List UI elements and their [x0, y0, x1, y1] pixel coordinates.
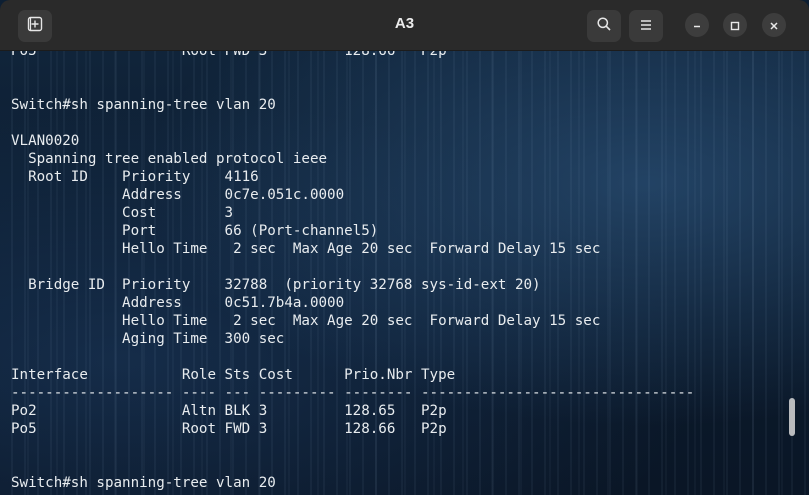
maximize-icon — [730, 16, 740, 35]
close-button[interactable] — [762, 13, 786, 37]
terminal-line: Address 0c7e.051c.0000 — [11, 187, 345, 203]
terminal-line: Bridge ID Priority 32788 (priority 32768… — [11, 277, 541, 293]
menu-button[interactable] — [629, 10, 663, 42]
terminal-line: Switch#sh spanning-tree vlan 20 — [11, 97, 276, 113]
terminal-line: Cost 3 — [11, 205, 234, 221]
terminal-line: Switch#sh spanning-tree vlan 20 — [11, 475, 276, 491]
terminal-line: Port 66 (Port-channel5) — [11, 223, 379, 239]
title-bar: A3 — [0, 0, 809, 51]
terminal-scrollbar[interactable] — [789, 398, 795, 436]
terminal-line: ------------------- ---- --- --------- -… — [11, 385, 695, 401]
terminal-line: Spanning tree enabled protocol ieee — [11, 151, 328, 167]
minimize-button[interactable] — [685, 13, 709, 37]
terminal-line: Po5 Root FWD 3 128.66 P2p — [11, 421, 447, 437]
minimize-icon — [692, 16, 702, 35]
terminal-line: Interface Role Sts Cost Prio.Nbr Type — [11, 367, 456, 383]
terminal-line: Root ID Priority 4116 — [11, 169, 259, 185]
search-icon — [596, 16, 612, 36]
terminal-window: Po5 Root FWD 3 128.66 P2p Switch#sh spann… — [0, 0, 809, 495]
close-icon — [769, 16, 779, 35]
terminal-line: Address 0c51.7b4a.0000 — [11, 295, 345, 311]
hamburger-menu-icon — [639, 17, 653, 36]
terminal-line: Hello Time 2 sec Max Age 20 sec Forward … — [11, 313, 601, 329]
terminal-line: Aging Time 300 sec — [11, 331, 285, 347]
maximize-button[interactable] — [723, 13, 747, 37]
terminal-line: VLAN0020 — [11, 133, 80, 149]
search-button[interactable] — [587, 10, 621, 42]
terminal-line: Hello Time 2 sec Max Age 20 sec Forward … — [11, 241, 601, 257]
terminal-output[interactable]: Po5 Root FWD 3 128.66 P2p Switch#sh spann… — [11, 42, 786, 495]
terminal-line: Po2 Altn BLK 3 128.65 P2p — [11, 403, 447, 419]
